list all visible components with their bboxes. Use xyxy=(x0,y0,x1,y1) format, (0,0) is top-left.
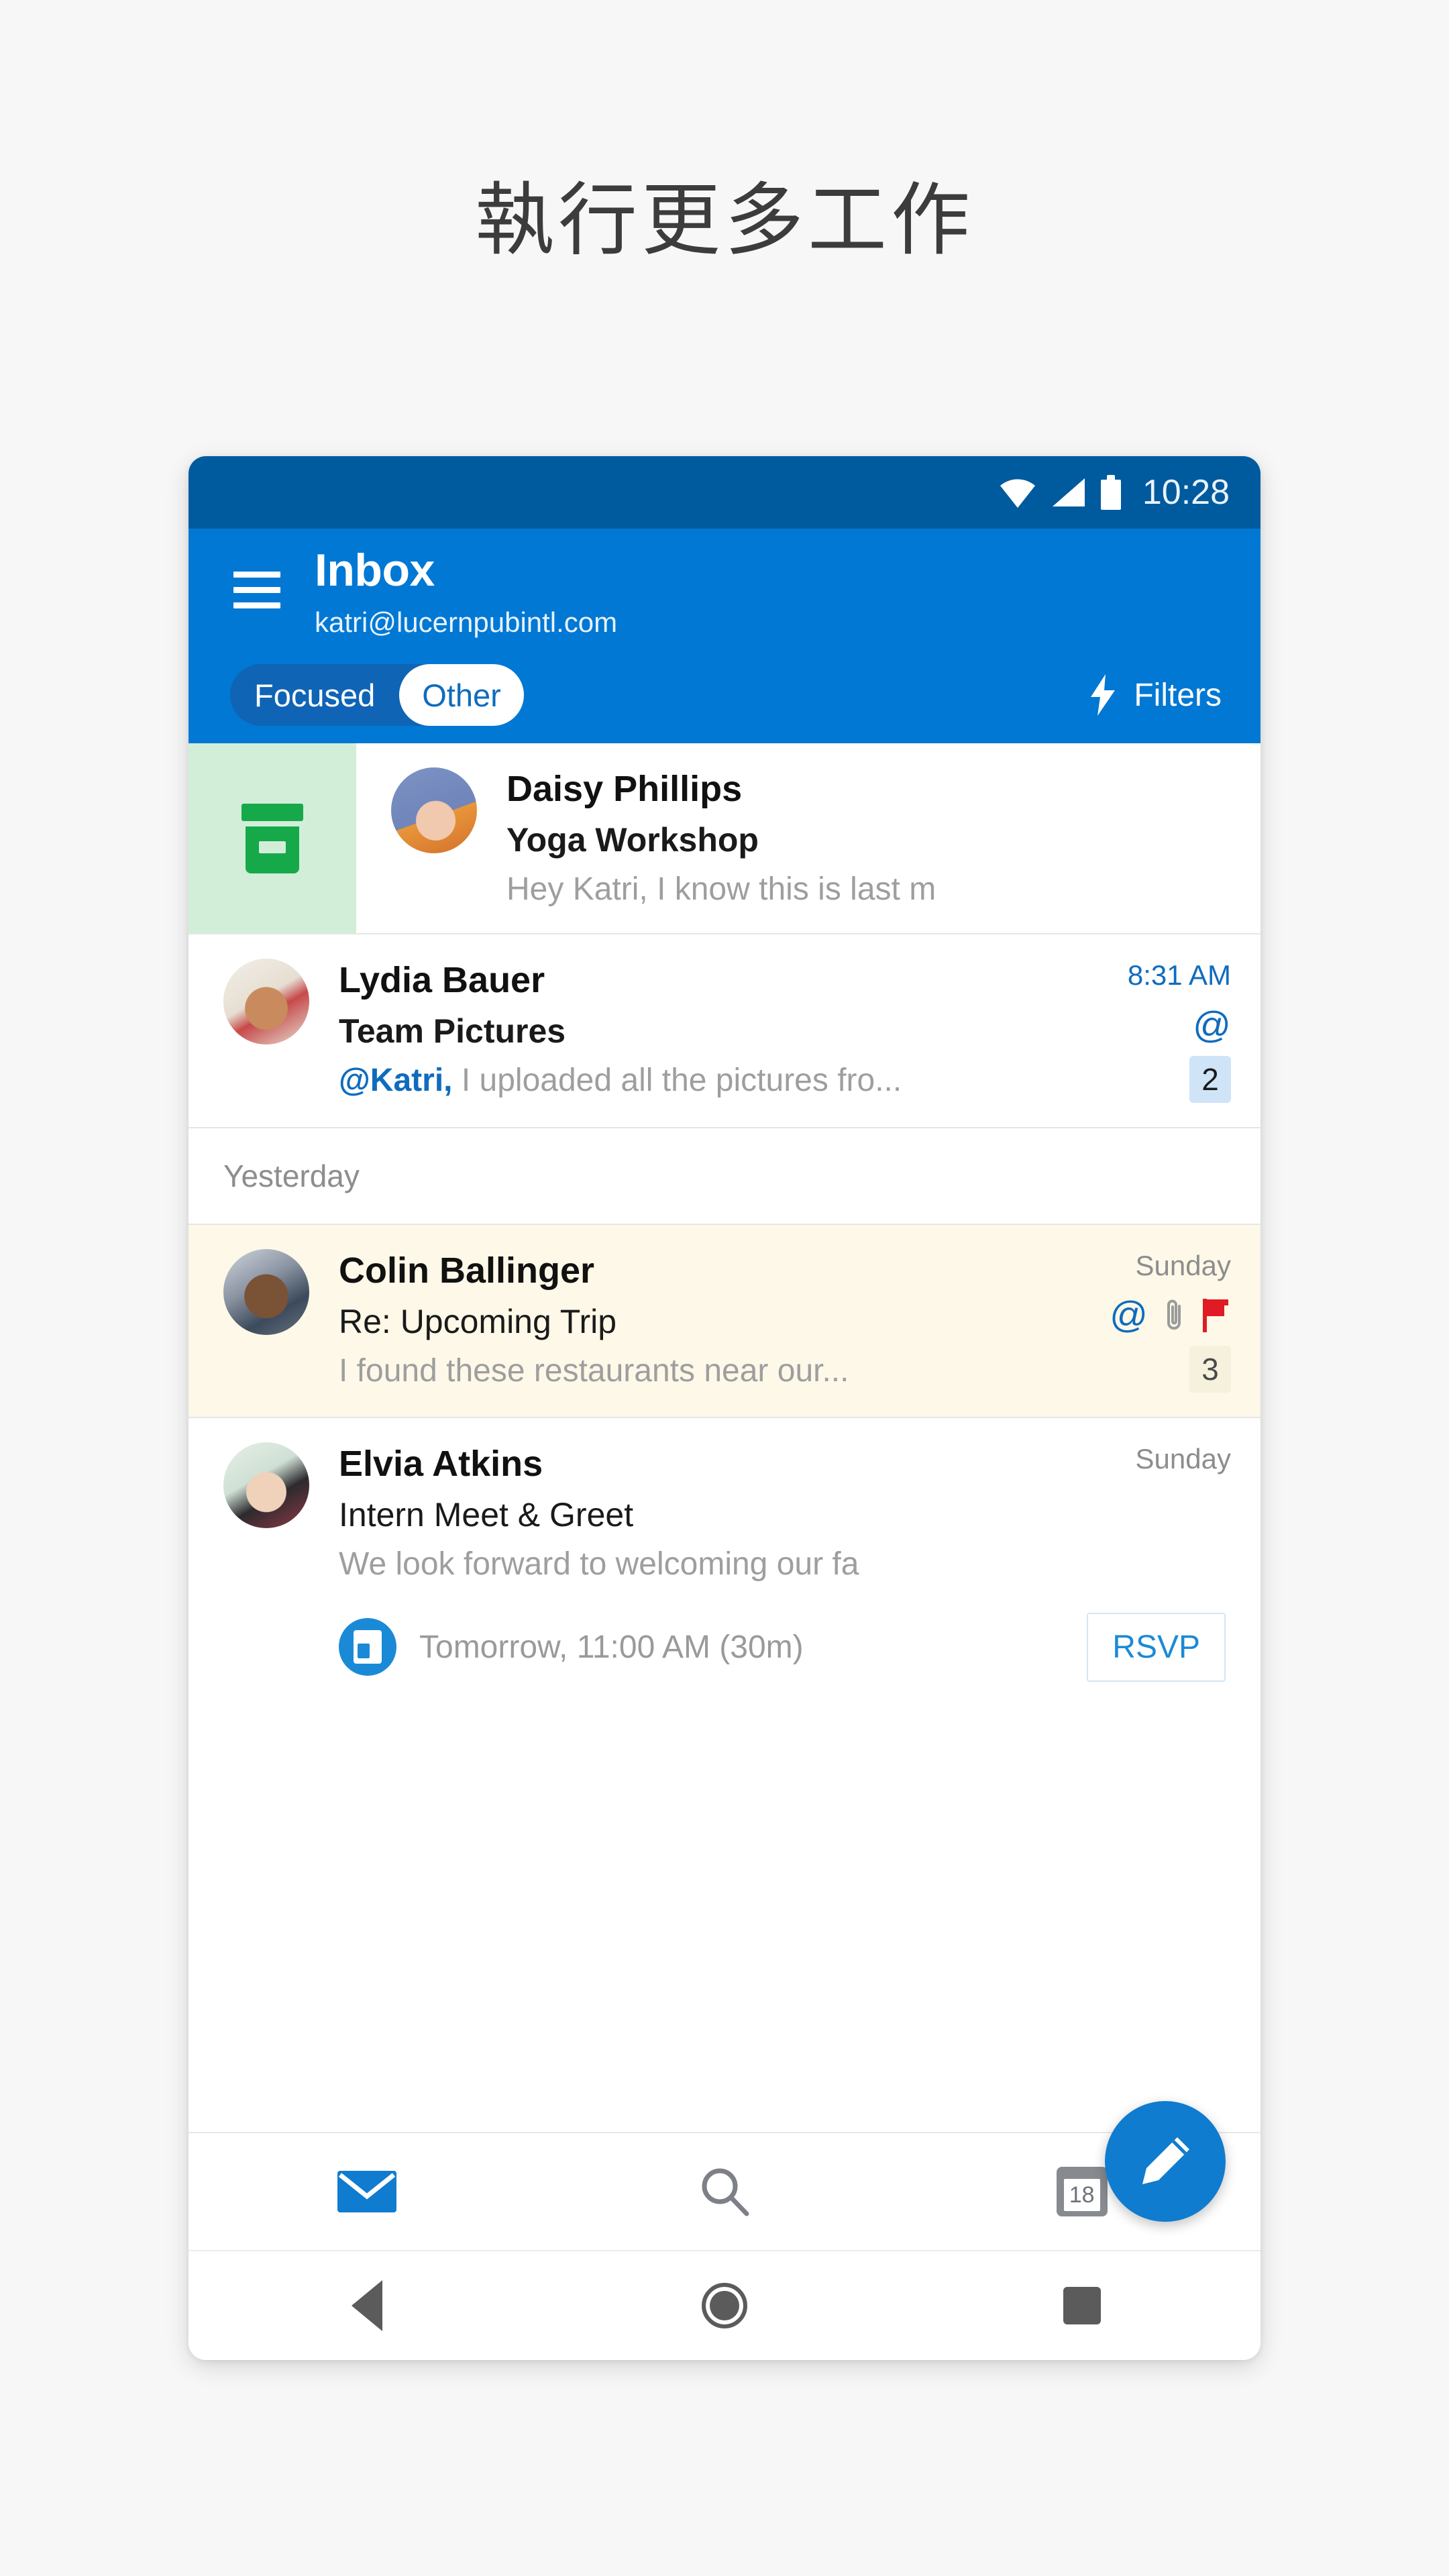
event-rsvp-row: Tomorrow, 11:00 AM (30m) RSVP xyxy=(189,1608,1260,1705)
preview-text: We look forward to welcoming our fa xyxy=(339,1546,859,1582)
account-email: katri@lucernpubintl.com xyxy=(315,606,618,638)
archive-icon xyxy=(241,803,303,873)
app-bar: Inbox katri@lucernpubintl.com Focused Ot… xyxy=(189,529,1260,743)
message-text: Daisy Phillips Yoga Workshop Hey Katri, … xyxy=(477,767,1260,909)
meta-icons: @ xyxy=(1106,1296,1231,1334)
timestamp: Sunday xyxy=(1135,1249,1231,1281)
status-bar-clock: 10:28 xyxy=(1142,473,1230,512)
subject-line: Intern Meet & Greet xyxy=(339,1496,634,1534)
filters-label: Filters xyxy=(1134,677,1222,713)
rsvp-button[interactable]: RSVP xyxy=(1087,1612,1226,1682)
message-meta: Sunday @ 3 xyxy=(1106,1249,1260,1393)
nav-item-mail[interactable] xyxy=(189,2169,546,2214)
meta-icons: @ xyxy=(1106,1006,1231,1044)
section-header-yesterday: Yesterday xyxy=(189,1128,1260,1224)
avatar xyxy=(391,767,477,853)
message-content[interactable]: Daisy Phillips Yoga Workshop Hey Katri, … xyxy=(356,743,1260,933)
compose-button[interactable] xyxy=(1105,2101,1226,2222)
page-headline: 執行更多工作 xyxy=(474,174,974,266)
calendar-event-icon xyxy=(339,1618,396,1676)
message-list: Daisy Phillips Yoga Workshop Hey Katri, … xyxy=(189,743,1260,1705)
preview-text: @Katri, I uploaded all the pictures fro.… xyxy=(339,1061,1086,1101)
phone-mockup: 10:28 Inbox katri@lucernpubintl.com Focu… xyxy=(189,456,1260,2360)
table-row[interactable]: Lydia Bauer Team Pictures @Katri, I uplo… xyxy=(189,934,1260,1126)
app-bar-bottom: Focused Other Filters xyxy=(189,639,1260,726)
sender-name: Elvia Atkins xyxy=(339,1444,543,1485)
message-content[interactable]: Lydia Bauer Team Pictures @Katri, I uplo… xyxy=(189,934,1260,1126)
subject-line: Team Pictures xyxy=(339,1012,566,1051)
app-bar-top: Inbox katri@lucernpubintl.com xyxy=(189,529,1260,639)
sender-name: Daisy Phillips xyxy=(506,769,743,809)
message-text: Elvia Atkins Intern Meet & Greet We look… xyxy=(309,1442,1106,1584)
status-bar-icons xyxy=(999,475,1121,510)
preview-text: I found these restaurants near our... xyxy=(339,1352,849,1389)
subject-line: Re: Upcoming Trip xyxy=(339,1302,617,1340)
sender-name: Colin Ballinger xyxy=(339,1250,595,1291)
search-icon xyxy=(702,2168,749,2216)
calendar-day-number: 18 xyxy=(1063,2179,1100,2211)
subject-line: Yoga Workshop xyxy=(506,820,759,859)
battery-icon xyxy=(1100,475,1121,510)
avatar xyxy=(223,1248,309,1335)
timestamp: 8:31 AM xyxy=(1127,959,1231,991)
compose-pencil-icon xyxy=(1142,2137,1189,2184)
swipe-archive-action[interactable] xyxy=(189,743,356,934)
android-back-button[interactable] xyxy=(189,2280,546,2331)
message-meta: Sunday xyxy=(1106,1442,1260,1584)
recents-icon xyxy=(1063,2287,1101,2324)
app-bar-titles: Inbox katri@lucernpubintl.com xyxy=(315,547,617,639)
calendar-icon: 18 xyxy=(1056,2167,1108,2216)
message-content[interactable]: Elvia Atkins Intern Meet & Greet We look… xyxy=(189,1418,1260,1608)
wifi-icon xyxy=(1000,479,1035,508)
mail-icon xyxy=(337,2171,397,2212)
android-recents-button[interactable] xyxy=(903,2287,1260,2324)
table-row[interactable]: Elvia Atkins Intern Meet & Greet We look… xyxy=(189,1418,1260,1608)
timestamp: Sunday xyxy=(1135,1443,1231,1475)
preview-rest: I uploaded all the pictures fro... xyxy=(452,1063,902,1099)
cellular-signal-icon xyxy=(1052,478,1085,506)
android-system-nav xyxy=(189,2250,1260,2360)
flag-icon xyxy=(1203,1299,1228,1333)
hamburger-menu-icon[interactable] xyxy=(221,547,293,608)
avatar xyxy=(223,1442,309,1529)
tab-other[interactable]: Other xyxy=(399,664,524,726)
home-icon xyxy=(702,2283,747,2328)
filters-button[interactable]: Filters xyxy=(1089,674,1222,716)
paperclip-icon xyxy=(1167,1299,1181,1330)
bottom-navigation: 18 xyxy=(189,2132,1260,2250)
lightning-bolt-icon xyxy=(1091,674,1116,716)
mention-token: @Katri, xyxy=(339,1063,453,1099)
table-row[interactable]: Colin Ballinger Re: Upcoming Trip I foun… xyxy=(189,1224,1260,1417)
message-meta: 8:31 AM @ 2 xyxy=(1106,959,1260,1103)
message-text: Lydia Bauer Team Pictures @Katri, I uplo… xyxy=(309,959,1106,1102)
page-root: 執行更多工作 10:28 Inbox katri@lucernpubintl.c… xyxy=(0,0,1449,2576)
message-content[interactable]: Colin Ballinger Re: Upcoming Trip I foun… xyxy=(189,1224,1260,1417)
at-mention-icon: @ xyxy=(1193,1003,1231,1046)
page-title: Inbox xyxy=(315,545,435,596)
focused-other-toggle[interactable]: Focused Other xyxy=(230,664,524,726)
avatar xyxy=(223,959,309,1045)
table-row[interactable]: Daisy Phillips Yoga Workshop Hey Katri, … xyxy=(189,743,1260,934)
sender-name: Lydia Bauer xyxy=(339,960,545,1001)
nav-item-search[interactable] xyxy=(546,2165,904,2218)
status-bar: 10:28 xyxy=(189,456,1260,529)
android-home-button[interactable] xyxy=(546,2283,904,2328)
event-time-text: Tomorrow, 11:00 AM (30m) xyxy=(419,1629,804,1665)
back-icon xyxy=(352,2280,383,2331)
message-text: Colin Ballinger Re: Upcoming Trip I foun… xyxy=(309,1249,1106,1393)
thread-count-badge: 2 xyxy=(1189,1055,1231,1103)
tab-focused[interactable]: Focused xyxy=(230,664,399,726)
thread-count-badge: 3 xyxy=(1189,1346,1231,1393)
preview-text: Hey Katri, I know this is last m xyxy=(506,871,936,907)
at-mention-icon: @ xyxy=(1110,1293,1148,1336)
